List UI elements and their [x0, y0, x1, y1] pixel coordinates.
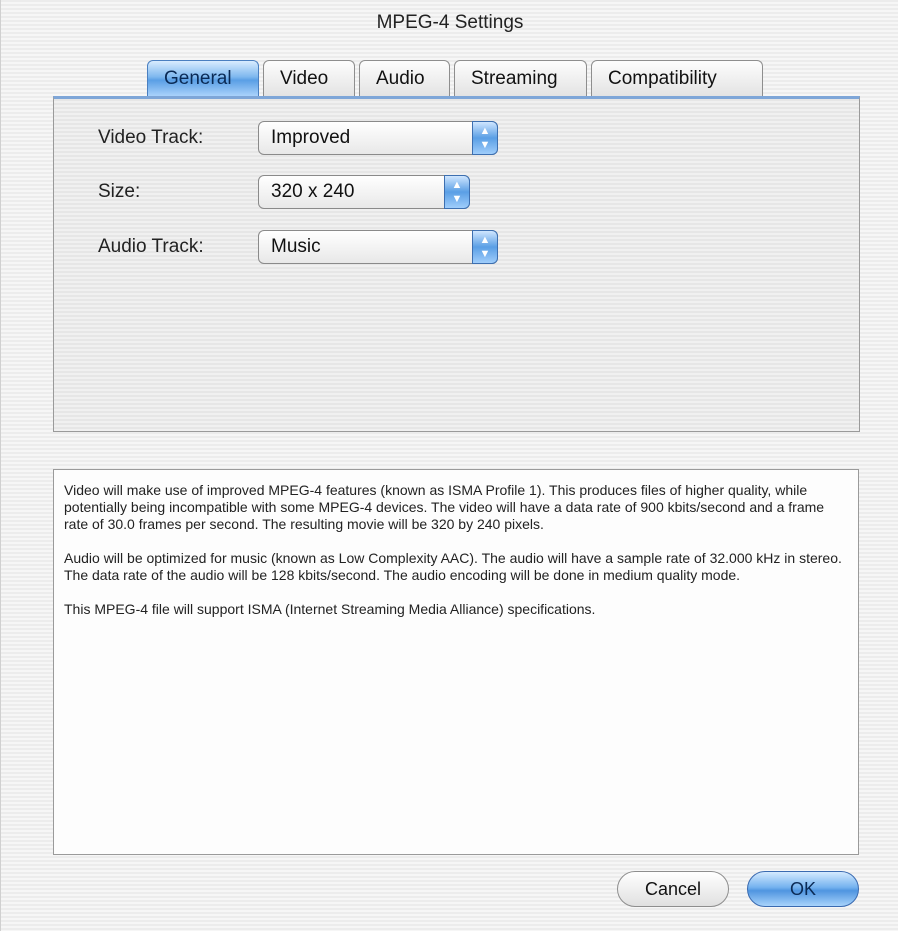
popup-arrows-icon: ▲ ▼ [472, 121, 498, 155]
video-track-value: Improved [271, 127, 351, 148]
cancel-button[interactable]: Cancel [617, 871, 729, 907]
tab-general[interactable]: General [147, 60, 259, 96]
video-summary: Video will make use of improved MPEG-4 f… [64, 482, 825, 532]
size-label: Size: [98, 181, 141, 202]
audio-track-value: Music [271, 236, 321, 257]
general-tab-panel: Video Track: Improved ▲ ▼ Size: 320 x 240… [53, 96, 860, 432]
audio-track-label: Audio Track: [98, 236, 204, 257]
tab-compatibility[interactable]: Compatibility [591, 60, 763, 96]
video-track-label: Video Track: [98, 127, 204, 148]
summary-description: Video will make use of improved MPEG-4 f… [53, 469, 859, 855]
tab-streaming[interactable]: Streaming [454, 60, 587, 96]
tab-video[interactable]: Video [263, 60, 355, 96]
tab-audio[interactable]: Audio [359, 60, 450, 96]
popup-arrows-icon: ▲ ▼ [444, 175, 470, 209]
video-track-row: Video Track: Improved ▲ ▼ [98, 121, 498, 155]
size-row: Size: 320 x 240 ▲ ▼ [98, 175, 470, 209]
audio-track-row: Audio Track: Music ▲ ▼ [98, 230, 498, 264]
compatibility-summary: This MPEG-4 file will support ISMA (Inte… [64, 601, 596, 617]
audio-summary: Audio will be optimized for music (known… [64, 550, 842, 583]
ok-button[interactable]: OK [747, 871, 859, 907]
size-value: 320 x 240 [271, 181, 355, 202]
popup-arrows-icon: ▲ ▼ [472, 230, 498, 264]
size-popup[interactable]: 320 x 240 ▲ ▼ [258, 175, 470, 209]
tab-bar: General Video Audio Streaming Compatibil… [147, 60, 767, 98]
video-track-popup[interactable]: Improved ▲ ▼ [258, 121, 498, 155]
window-title: MPEG-4 Settings [376, 12, 524, 33]
audio-track-popup[interactable]: Music ▲ ▼ [258, 230, 498, 264]
settings-window: MPEG-4 Settings General Video Audio Stre… [0, 0, 898, 931]
